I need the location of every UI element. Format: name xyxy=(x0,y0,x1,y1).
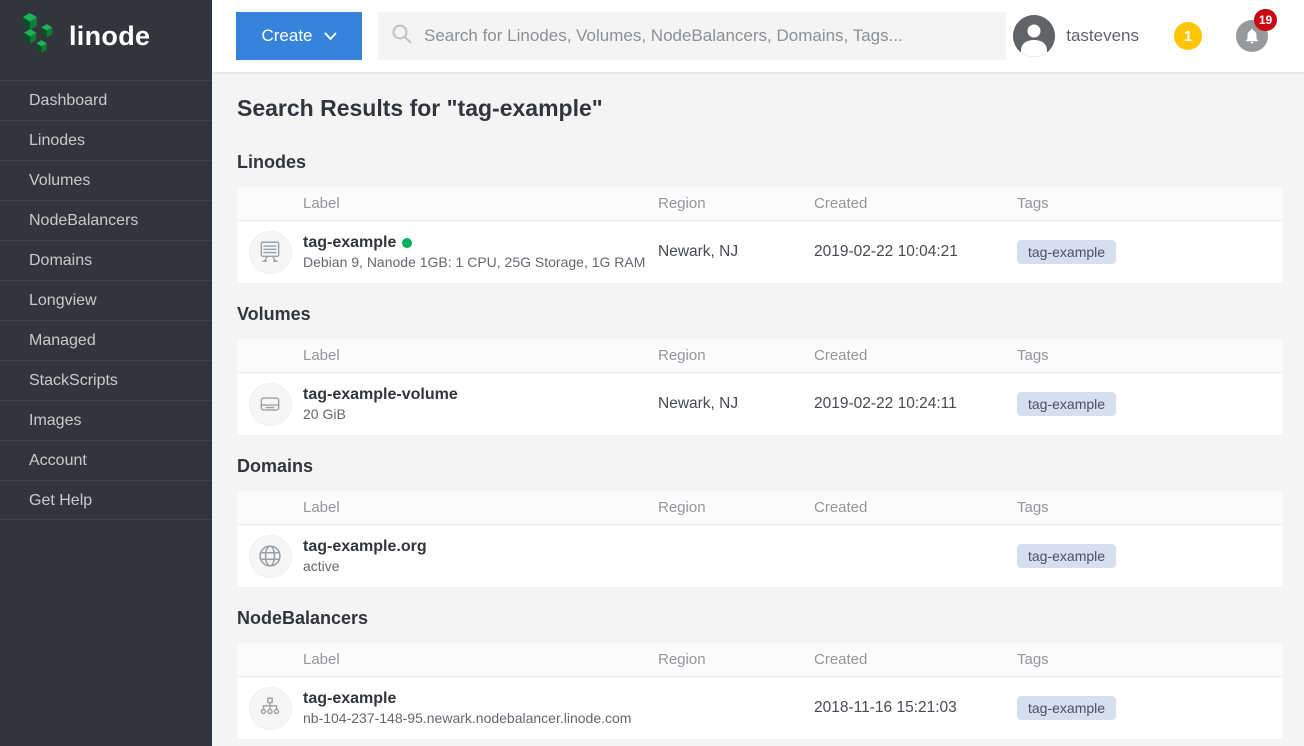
create-button[interactable]: Create xyxy=(236,12,362,60)
user-area: tastevens 1 19 xyxy=(1013,15,1304,57)
row-created: 2019-02-22 10:04:21 xyxy=(814,243,1017,261)
col-label: Label xyxy=(303,347,658,364)
nodebalancers-table: Label Region Created Tags xyxy=(237,643,1283,739)
col-label: Label xyxy=(303,195,658,212)
col-label: Label xyxy=(303,499,658,516)
section-title-domains: Domains xyxy=(237,455,1283,477)
sidebar-item-images[interactable]: Images xyxy=(0,400,212,440)
table-row-linode[interactable]: tag-example Debian 9, Nanode 1GB: 1 CPU,… xyxy=(237,221,1283,283)
globe-icon xyxy=(249,535,292,578)
table-header: Label Region Created Tags xyxy=(237,643,1283,677)
search-box[interactable] xyxy=(378,12,1006,60)
search-input[interactable] xyxy=(414,12,1006,60)
tag-chip[interactable]: tag-example xyxy=(1017,240,1116,264)
search-icon xyxy=(390,22,414,51)
tag-chip[interactable]: tag-example xyxy=(1017,544,1116,568)
row-label[interactable]: tag-example xyxy=(303,234,396,251)
sidebar-item-stackscripts[interactable]: StackScripts xyxy=(0,360,212,400)
sidebar-nav: Dashboard Linodes Volumes NodeBalancers … xyxy=(0,80,212,520)
section-title-volumes: Volumes xyxy=(237,303,1283,325)
sidebar-item-managed[interactable]: Managed xyxy=(0,320,212,360)
linode-icon xyxy=(249,231,292,274)
table-row-nodebalancer[interactable]: tag-example nb-104-237-148-95.newark.nod… xyxy=(237,677,1283,739)
row-sublabel: 20 GiB xyxy=(303,406,658,424)
notification-badge: 19 xyxy=(1254,9,1277,31)
table-header: Label Region Created Tags xyxy=(237,339,1283,373)
tag-chip[interactable]: tag-example xyxy=(1017,696,1116,720)
logo-text: linode xyxy=(69,21,150,52)
page-title: Search Results for "tag-example" xyxy=(237,94,1283,122)
col-region: Region xyxy=(658,499,814,516)
nodebalancer-icon xyxy=(249,687,292,730)
linode-logo[interactable]: linode xyxy=(0,0,212,72)
table-row-domain[interactable]: tag-example.org active tag-example xyxy=(237,525,1283,587)
col-region: Region xyxy=(658,195,814,212)
row-label[interactable]: tag-example xyxy=(303,690,396,707)
sidebar-item-longview[interactable]: Longview xyxy=(0,280,212,320)
sidebar-item-domains[interactable]: Domains xyxy=(0,240,212,280)
linodes-table: Label Region Created Tags xyxy=(237,187,1283,283)
col-created: Created xyxy=(814,347,1017,364)
sidebar-item-dashboard[interactable]: Dashboard xyxy=(0,80,212,120)
col-region: Region xyxy=(658,651,814,668)
create-button-label: Create xyxy=(261,26,312,46)
sidebar-item-get-help[interactable]: Get Help xyxy=(0,480,212,520)
sidebar-item-account[interactable]: Account xyxy=(0,440,212,480)
sidebar-item-volumes[interactable]: Volumes xyxy=(0,160,212,200)
volume-icon xyxy=(249,383,292,426)
account-badge[interactable]: 1 xyxy=(1174,22,1202,50)
row-created: 2018-11-16 15:21:03 xyxy=(814,699,1017,717)
row-label[interactable]: tag-example-volume xyxy=(303,386,458,403)
tag-chip[interactable]: tag-example xyxy=(1017,392,1116,416)
col-region: Region xyxy=(658,347,814,364)
table-row-volume[interactable]: tag-example-volume 20 GiB Newark, NJ 201… xyxy=(237,373,1283,435)
topbar: Create tastevens 1 xyxy=(212,0,1304,72)
col-tags: Tags xyxy=(1017,651,1283,668)
chevron-down-icon xyxy=(324,26,337,46)
domains-table: Label Region Created Tags tag-example.or… xyxy=(237,491,1283,587)
col-tags: Tags xyxy=(1017,195,1283,212)
main-content: Search Results for "tag-example" Linodes… xyxy=(212,72,1304,746)
col-created: Created xyxy=(814,499,1017,516)
notifications-button[interactable]: 19 xyxy=(1236,20,1268,52)
linode-cube-icon xyxy=(20,13,60,60)
col-created: Created xyxy=(814,195,1017,212)
username[interactable]: tastevens xyxy=(1066,26,1139,46)
row-label[interactable]: tag-example.org xyxy=(303,538,427,555)
row-region: Newark, NJ xyxy=(658,395,814,413)
col-tags: Tags xyxy=(1017,347,1283,364)
row-created: 2019-02-22 10:24:11 xyxy=(814,395,1017,413)
sidebar-item-linodes[interactable]: Linodes xyxy=(0,120,212,160)
status-running-dot xyxy=(402,238,412,248)
avatar[interactable] xyxy=(1013,15,1055,57)
col-created: Created xyxy=(814,651,1017,668)
table-header: Label Region Created Tags xyxy=(237,491,1283,525)
section-title-linodes: Linodes xyxy=(237,151,1283,173)
table-header: Label Region Created Tags xyxy=(237,187,1283,221)
sidebar-item-nodebalancers[interactable]: NodeBalancers xyxy=(0,200,212,240)
col-label: Label xyxy=(303,651,658,668)
col-tags: Tags xyxy=(1017,499,1283,516)
notification-count: 19 xyxy=(1259,13,1272,27)
sidebar: linode Dashboard Linodes Volumes NodeBal… xyxy=(0,0,212,746)
account-badge-count: 1 xyxy=(1184,28,1192,45)
row-region: Newark, NJ xyxy=(658,243,814,261)
volumes-table: Label Region Created Tags tag-example-vo… xyxy=(237,339,1283,435)
section-title-nodebalancers: NodeBalancers xyxy=(237,607,1283,629)
row-sublabel: active xyxy=(303,558,658,576)
row-sublabel: Debian 9, Nanode 1GB: 1 CPU, 25G Storage… xyxy=(303,254,658,272)
row-sublabel: nb-104-237-148-95.newark.nodebalancer.li… xyxy=(303,710,658,728)
